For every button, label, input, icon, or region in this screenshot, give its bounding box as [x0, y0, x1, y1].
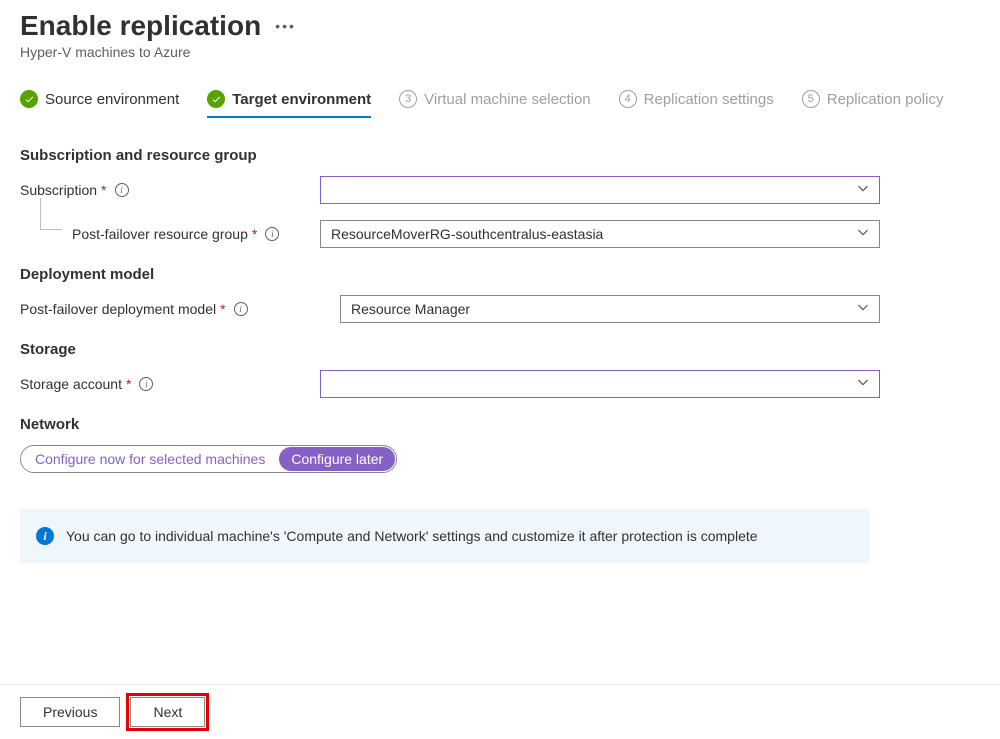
section-storage: Storage — [20, 341, 980, 358]
step-number-icon: 3 — [399, 90, 417, 108]
post-failover-deploy-model-value: Resource Manager — [351, 301, 470, 317]
step-source-environment[interactable]: Source environment — [20, 90, 179, 118]
network-configure-toggle[interactable]: Configure now for selected machines Conf… — [20, 445, 397, 473]
step-label: Replication policy — [827, 91, 944, 108]
storage-account-select[interactable] — [320, 370, 880, 398]
indent-line — [40, 198, 62, 230]
post-failover-deploy-model-select[interactable]: Resource Manager — [340, 295, 880, 323]
step-vm-selection[interactable]: 3 Virtual machine selection — [399, 90, 590, 118]
page-header: Enable replication ••• Hyper-V machines … — [0, 0, 1000, 60]
post-failover-rg-label: Post-failover resource group — [72, 226, 248, 242]
field-subscription: Subscription * i — [20, 176, 980, 204]
section-network: Network — [20, 416, 980, 433]
step-label: Source environment — [45, 91, 179, 108]
step-label: Replication settings — [644, 91, 774, 108]
more-icon[interactable]: ••• — [275, 18, 296, 34]
storage-account-label: Storage account — [20, 376, 122, 392]
wizard-footer: Previous Next — [0, 684, 1000, 739]
page-title: Enable replication — [20, 10, 261, 42]
info-banner: i You can go to individual machine's 'Co… — [20, 509, 870, 563]
chevron-down-icon — [857, 301, 869, 317]
chevron-down-icon — [857, 376, 869, 392]
field-storage-account: Storage account * i — [20, 370, 980, 398]
required-asterisk: * — [252, 226, 257, 242]
info-icon: i — [36, 527, 54, 545]
configure-now-option[interactable]: Configure now for selected machines — [21, 446, 279, 472]
section-subscription-rg: Subscription and resource group — [20, 147, 980, 164]
configure-later-option[interactable]: Configure later — [279, 447, 395, 471]
info-icon[interactable]: i — [139, 377, 153, 391]
check-icon — [20, 90, 38, 108]
chevron-down-icon — [857, 226, 869, 242]
form-content: Subscription and resource group Subscrip… — [0, 119, 1000, 563]
info-banner-text: You can go to individual machine's 'Comp… — [66, 528, 758, 544]
subscription-label: Subscription — [20, 182, 97, 198]
field-post-failover-deploy-model: Post-failover deployment model * i Resou… — [20, 295, 980, 323]
info-icon[interactable]: i — [115, 183, 129, 197]
required-asterisk: * — [126, 376, 131, 392]
post-failover-deploy-model-label: Post-failover deployment model — [20, 301, 216, 317]
post-failover-rg-value: ResourceMoverRG-southcentralus-eastasia — [331, 226, 603, 242]
section-deployment-model: Deployment model — [20, 266, 980, 283]
page-subtitle: Hyper-V machines to Azure — [20, 44, 980, 60]
wizard-steps: Source environment Target environment 3 … — [0, 60, 1000, 119]
required-asterisk: * — [101, 182, 106, 198]
step-number-icon: 4 — [619, 90, 637, 108]
step-number-icon: 5 — [802, 90, 820, 108]
previous-button[interactable]: Previous — [20, 697, 120, 727]
required-asterisk: * — [220, 301, 225, 317]
step-replication-policy[interactable]: 5 Replication policy — [802, 90, 944, 118]
info-icon[interactable]: i — [234, 302, 248, 316]
check-icon — [207, 90, 225, 108]
next-button[interactable]: Next — [130, 697, 205, 727]
info-icon[interactable]: i — [265, 227, 279, 241]
post-failover-rg-select[interactable]: ResourceMoverRG-southcentralus-eastasia — [320, 220, 880, 248]
step-target-environment[interactable]: Target environment — [207, 90, 371, 118]
step-label: Virtual machine selection — [424, 91, 590, 108]
step-replication-settings[interactable]: 4 Replication settings — [619, 90, 774, 118]
field-post-failover-rg: Post-failover resource group * i Resourc… — [20, 220, 980, 248]
subscription-select[interactable] — [320, 176, 880, 204]
chevron-down-icon — [857, 182, 869, 198]
step-label: Target environment — [232, 91, 371, 108]
